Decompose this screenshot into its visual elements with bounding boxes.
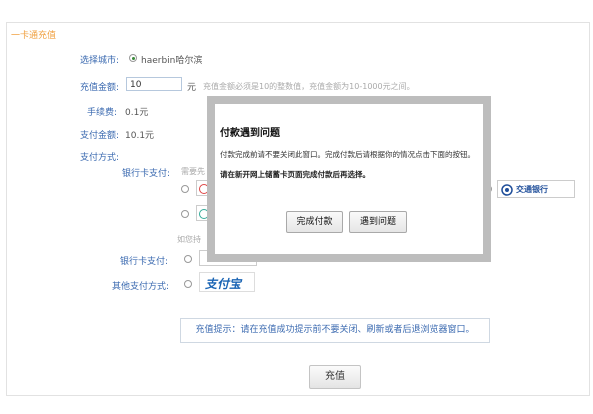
more-hint: 如您持	[177, 235, 201, 244]
amount-input[interactable]: 10	[126, 77, 182, 91]
bank-card-hint: 需要先	[181, 167, 205, 176]
payment-label: 支付方式:	[80, 153, 120, 163]
bank-card-label-2: 银行卡支付:	[120, 257, 169, 267]
recharge-notice: 充值提示：请在充值成功提示前不要关闭、刷新或者后退浏览器窗口。	[180, 318, 490, 343]
amount-unit: 元	[187, 83, 197, 93]
other-payment-label: 其他支付方式:	[112, 282, 170, 292]
recharge-button[interactable]: 充值	[309, 365, 361, 389]
alipay-radio[interactable]	[184, 280, 192, 288]
bocom-text: 交通银行	[516, 185, 548, 194]
fee-value: 0.1元	[125, 108, 149, 118]
alipay-text: 支付宝	[205, 277, 242, 291]
fee-label: 手续费:	[87, 108, 118, 118]
dialog-title: 付款遇到问题	[220, 128, 280, 139]
bank-radio-1[interactable]	[181, 185, 189, 193]
bocom-icon	[501, 184, 513, 196]
city-value: haerbin哈尔滨	[141, 56, 203, 66]
city-label: 选择城市:	[80, 56, 120, 66]
city-radio[interactable]	[129, 54, 137, 62]
bocom-logo[interactable]: 交通银行	[497, 180, 575, 198]
dialog-bold-message: 请在新开网上储蓄卡页面完成付款后再选择。	[220, 170, 370, 179]
payment-done-button[interactable]: 完成付款	[286, 211, 343, 233]
payment-problem-button[interactable]: 遇到问题	[349, 211, 407, 233]
pay-amount-label: 支付金额:	[80, 131, 120, 141]
dialog-message: 付款完成前请不要关闭此窗口。完成付款后请根据你的情况点击下面的按钮。	[220, 150, 475, 159]
pay-amount-value: 10.1元	[125, 131, 155, 141]
bank-card-radio-2[interactable]	[184, 255, 192, 263]
amount-label: 充值金额:	[80, 83, 120, 93]
bank-radio-2[interactable]	[181, 210, 189, 218]
alipay-logo[interactable]: 支付宝	[199, 272, 255, 292]
bank-card-label: 银行卡支付:	[122, 169, 171, 179]
panel-title: 一卡通充值	[11, 31, 57, 41]
amount-hint: 充值金额必须是10的整数值，充值金额为10-1000元之间。	[203, 82, 415, 91]
